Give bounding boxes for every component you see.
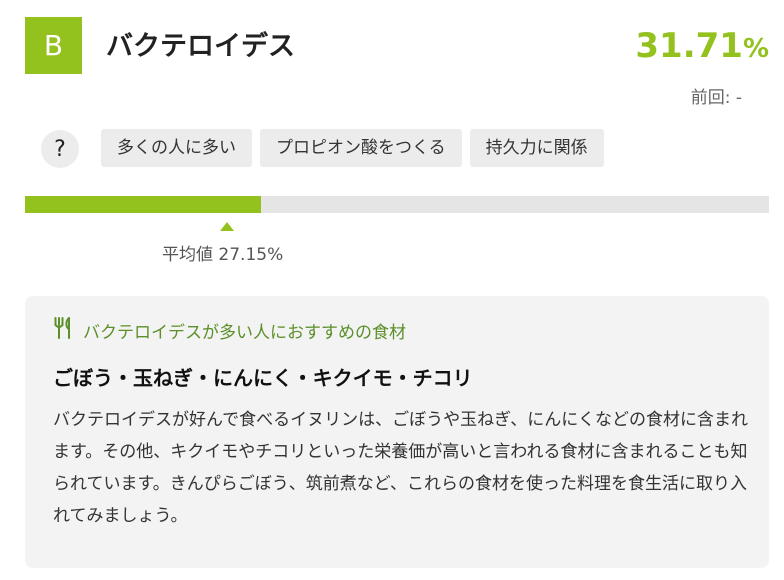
grade-badge: B (25, 17, 82, 74)
bacteria-name: バクテロイデス (106, 31, 295, 62)
card-heading: バクテロイデスが多い人におすすめの食材 (53, 316, 406, 345)
tag-common: 多くの人に多い (101, 129, 252, 167)
bacteria-percentage: 31.71% (635, 26, 769, 66)
average-marker-icon (220, 222, 234, 231)
fork-knife-icon (53, 316, 73, 345)
average-label: 平均値 27.15% (162, 245, 284, 265)
percentage-unit: % (742, 34, 769, 64)
percentage-bar (25, 196, 769, 213)
previous-value: 前回: - (690, 88, 742, 108)
tag-list: 多くの人に多い プロピオン酸をつくる 持久力に関係 (101, 129, 604, 167)
percentage-bar-fill (25, 196, 261, 213)
card-heading-label: バクテロイデスが多い人におすすめの食材 (83, 323, 406, 343)
recommended-food-card: バクテロイデスが多い人におすすめの食材 ごぼう・玉ねぎ・にんにく・キクイモ・チコ… (25, 296, 769, 568)
tag-propionic-acid: プロピオン酸をつくる (260, 129, 462, 167)
recommended-foods-title: ごぼう・玉ねぎ・にんにく・キクイモ・チコリ (53, 366, 473, 390)
help-button[interactable]: ? (41, 130, 79, 168)
recommended-foods-description: バクテロイデスが好んで食べるイヌリンは、ごぼうや玉ねぎ、にんにくなどの食材に含ま… (53, 410, 748, 526)
percentage-value: 31.71 (635, 26, 743, 66)
tag-endurance: 持久力に関係 (469, 129, 604, 167)
